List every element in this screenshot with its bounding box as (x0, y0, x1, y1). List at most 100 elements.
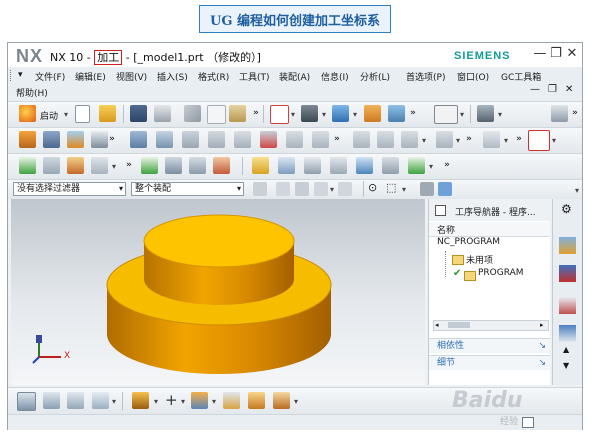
save-icon[interactable] (130, 105, 147, 122)
feature-navigator-icon[interactable] (559, 297, 576, 314)
more-icon[interactable]: » (444, 160, 450, 170)
selection-scope-dropdown[interactable]: 整个装配 ▾ (131, 182, 244, 196)
create-program-icon[interactable] (19, 131, 36, 148)
operation-navigator-icon[interactable] (559, 237, 576, 254)
datum-plane-icon[interactable] (191, 392, 208, 409)
expand-icon[interactable]: ↘ (538, 339, 546, 353)
tool-list-icon[interactable] (43, 157, 60, 174)
section-view-icon[interactable] (364, 105, 381, 122)
type-filter-dropdown[interactable]: 没有选择过滤器 ▾ (13, 182, 126, 196)
edit-object-icon[interactable] (483, 131, 500, 148)
layer-settings-icon[interactable] (551, 105, 568, 122)
menu-format[interactable]: 格式(R) (198, 70, 229, 83)
center-point-icon[interactable]: ⊙ (368, 181, 377, 194)
feature-select-icon[interactable] (295, 182, 309, 196)
move-component-dropdown-icon[interactable]: ▾ (498, 110, 502, 119)
mcs-dropdown-icon[interactable]: ▾ (552, 136, 556, 145)
doc-close-button[interactable]: ✕ (565, 84, 573, 95)
menu-gc-toolkit[interactable]: GC工具箱 (501, 70, 541, 83)
tree-item-unused[interactable]: 未用项 (466, 253, 493, 266)
general-select-icon[interactable] (253, 182, 267, 196)
scroll-right-icon[interactable]: ▸ (540, 321, 544, 329)
menu-preferences[interactable]: 首选项(P) (406, 70, 445, 83)
datum-csys-icon[interactable] (223, 392, 240, 409)
comment-icon[interactable] (278, 157, 295, 174)
orient-view-icon[interactable] (301, 105, 318, 122)
edit-object-dropdown-icon[interactable]: ▾ (504, 136, 508, 145)
select-region-icon[interactable]: ⬚ (386, 181, 396, 194)
cylinder-icon[interactable] (273, 392, 290, 409)
curve-rule-icon[interactable] (314, 182, 328, 196)
datum-plane-dropdown-icon[interactable]: ▾ (212, 397, 216, 406)
check-icon[interactable] (19, 157, 36, 174)
method-list-dropdown-icon[interactable]: ▾ (112, 162, 116, 171)
cut-icon[interactable] (184, 105, 201, 122)
menu-edit[interactable]: 编辑(E) (75, 70, 106, 83)
method-list-icon[interactable] (91, 157, 108, 174)
perspective-icon[interactable] (388, 105, 405, 122)
start-label[interactable]: 启动 (40, 109, 58, 122)
replay-toolpath-icon[interactable] (286, 131, 303, 148)
roles-icon[interactable] (559, 325, 576, 342)
column-header[interactable]: 名称 (429, 222, 550, 237)
verify-toolpath-icon[interactable] (312, 131, 329, 148)
block-icon[interactable] (248, 392, 265, 409)
status-window-icon[interactable] (522, 417, 534, 428)
menu-help[interactable]: 帮助(H) (16, 86, 48, 99)
scrollbar-thumb[interactable] (448, 322, 470, 328)
fit-view-icon[interactable] (270, 105, 289, 124)
dependencies-section[interactable]: 相依性 ↘ (429, 338, 550, 353)
background-color-icon[interactable] (434, 105, 458, 124)
doc-minimize-button[interactable]: — (530, 84, 540, 95)
geometry-list-icon[interactable] (67, 157, 84, 174)
flag-icon[interactable] (252, 157, 269, 174)
details-section[interactable]: 细节 ↘ (429, 355, 550, 370)
transform-dropdown-icon[interactable]: ▾ (154, 397, 158, 406)
menu-window[interactable]: 窗口(O) (457, 70, 489, 83)
menu-view[interactable]: 视图(V) (116, 70, 147, 83)
close-button[interactable]: ✕ (564, 46, 580, 62)
settings-gear-icon[interactable]: ⚙ (561, 202, 572, 216)
open-folder-icon[interactable] (99, 105, 116, 122)
minimize-button[interactable]: — (532, 46, 548, 62)
copy-icon[interactable] (207, 105, 226, 124)
program-order-view-icon[interactable] (130, 131, 147, 148)
snap-point-icon[interactable] (276, 182, 290, 196)
start-dropdown-icon[interactable]: ▾ (64, 110, 68, 119)
cutting-data-icon[interactable] (213, 157, 230, 174)
menu-information[interactable]: 信息(I) (321, 70, 349, 83)
machine-navigator-icon[interactable] (559, 265, 576, 282)
validate-icon[interactable] (408, 157, 425, 174)
shop-doc-icon[interactable] (377, 131, 394, 148)
horizontal-scrollbar[interactable]: ◂ ▸ (433, 320, 549, 331)
create-tool-icon[interactable] (43, 131, 60, 148)
menu-toolbar-caret[interactable]: ▾ (18, 70, 23, 80)
paste-icon[interactable] (229, 105, 246, 122)
create-method-icon[interactable] (91, 131, 108, 148)
post-process-icon[interactable] (353, 131, 370, 148)
face-rule-icon[interactable] (338, 182, 352, 196)
tree-item-program[interactable]: PROGRAM (478, 268, 524, 278)
validate-dropdown-icon[interactable]: ▾ (429, 162, 433, 171)
create-method-group-icon[interactable] (92, 392, 109, 409)
template-icon[interactable] (304, 157, 321, 174)
application-name[interactable]: 加工 (94, 50, 123, 65)
show-hide-icon[interactable] (420, 182, 434, 196)
create-program-group-icon[interactable] (17, 392, 36, 411)
feeds-speeds-icon[interactable] (436, 131, 453, 148)
menu-analysis[interactable]: 分析(L) (360, 70, 390, 83)
more-icon[interactable]: » (572, 108, 578, 118)
feeds-speeds-dropdown-icon[interactable]: ▾ (456, 136, 460, 145)
scroll-down-icon[interactable]: ▼ (563, 361, 569, 370)
background-color-dropdown-icon[interactable]: ▾ (460, 110, 464, 119)
time-icon[interactable] (382, 157, 399, 174)
move-component-icon[interactable] (477, 105, 494, 122)
scroll-up-icon[interactable]: ▲ (563, 345, 569, 354)
menu-assemblies[interactable]: 装配(A) (279, 70, 310, 83)
pin-icon[interactable] (435, 205, 446, 216)
mcs-active-icon[interactable] (528, 130, 550, 151)
point-dropdown-icon[interactable]: ▾ (181, 397, 185, 406)
shaded-view-dropdown-icon[interactable]: ▾ (353, 110, 357, 119)
more-icon[interactable]: » (109, 134, 115, 144)
view-cube-icon[interactable] (438, 182, 452, 196)
